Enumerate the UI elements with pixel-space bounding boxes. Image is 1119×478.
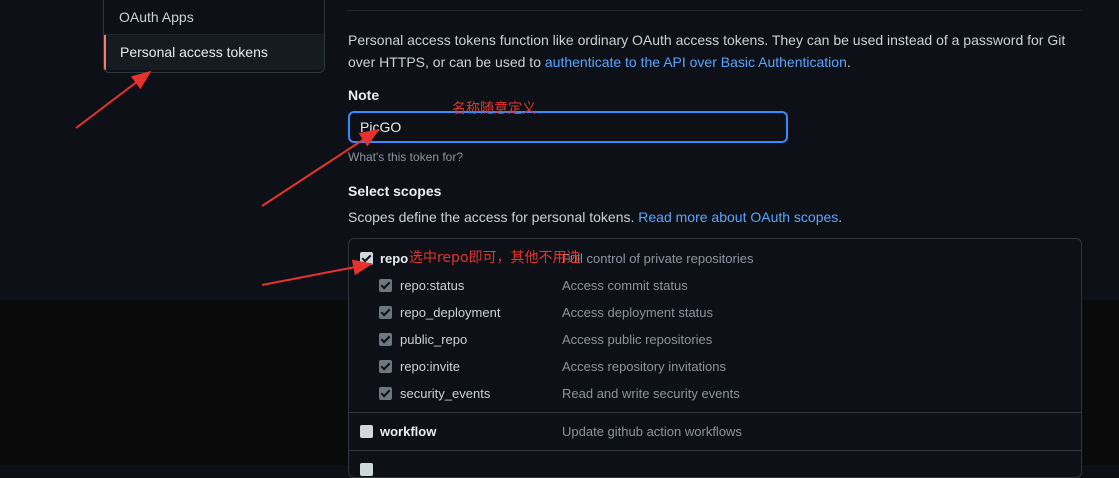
arrow-to-repo-checkbox <box>261 259 373 286</box>
annotation-arrows <box>75 70 380 286</box>
arrow-to-tokens-menu <box>75 70 152 129</box>
arrow-to-note-input <box>261 128 380 207</box>
